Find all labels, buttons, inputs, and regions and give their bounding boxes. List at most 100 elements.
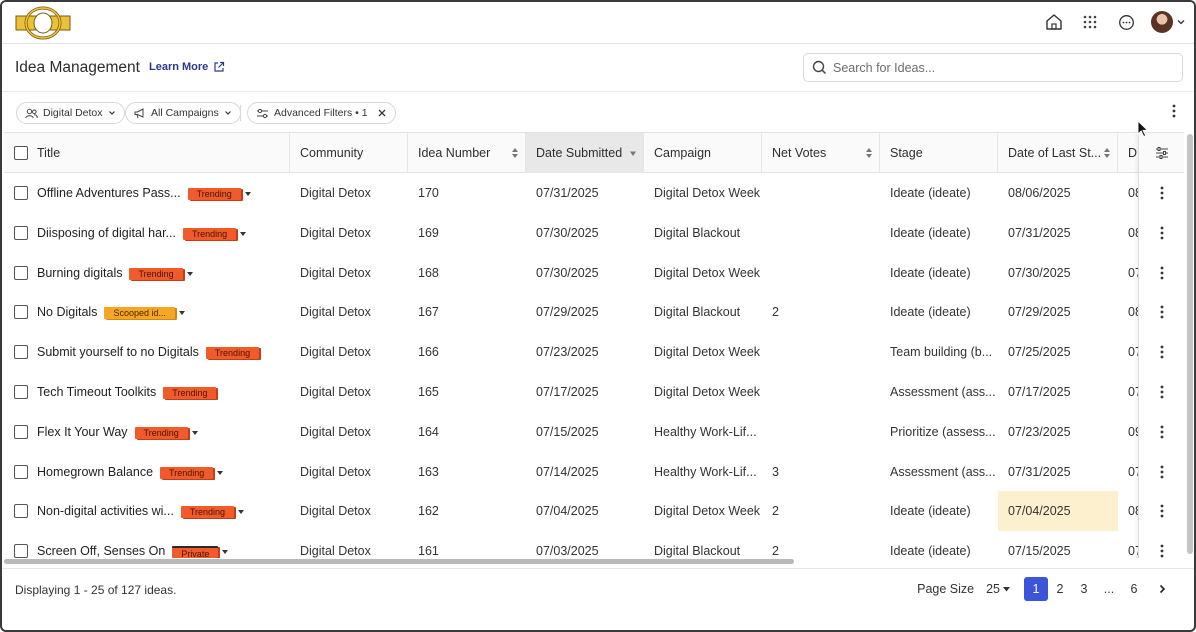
row-more-options-icon[interactable] bbox=[1139, 531, 1184, 558]
badge-dropdown-icon[interactable] bbox=[244, 192, 251, 196]
idea-title: Non-digital activities wi... bbox=[37, 504, 174, 519]
badge-dropdown-icon[interactable] bbox=[178, 311, 185, 316]
row-checkbox[interactable] bbox=[14, 544, 28, 558]
row-more-options-icon[interactable] bbox=[1139, 173, 1184, 213]
row-actions-column bbox=[1138, 132, 1184, 558]
row-checkbox[interactable] bbox=[14, 424, 28, 439]
row-more-options-icon[interactable] bbox=[1139, 491, 1184, 531]
idea-title-link[interactable]: No Digitals Scooped id... bbox=[37, 292, 185, 332]
select-all-checkbox[interactable] bbox=[14, 146, 28, 160]
cell-community: Digital Detox bbox=[300, 424, 371, 439]
sort-desc-icon[interactable] bbox=[629, 147, 637, 159]
column-title[interactable]: Title bbox=[4, 133, 290, 173]
page-1-button[interactable]: 1 bbox=[1024, 577, 1048, 601]
row-checkbox[interactable] bbox=[14, 464, 28, 479]
home-icon[interactable] bbox=[1043, 11, 1065, 33]
column-stage[interactable]: Stage bbox=[880, 133, 998, 173]
cell-stage: Ideate (ideate) bbox=[890, 504, 971, 519]
row-more-options-icon[interactable] bbox=[1139, 412, 1184, 452]
row-checkbox[interactable] bbox=[14, 345, 28, 360]
sort-icon[interactable] bbox=[511, 147, 519, 159]
cell-campaign: Healthy Work-Lif... bbox=[654, 464, 757, 479]
cell-number: 167 bbox=[418, 305, 439, 320]
idea-title-link[interactable]: Tech Timeout Toolkits Trending bbox=[37, 372, 217, 412]
idea-title-link[interactable]: Diisposing of digital har... Trending bbox=[37, 213, 247, 253]
advanced-filters-label: Advanced Filters • 1 bbox=[274, 107, 368, 119]
cell-number: 161 bbox=[418, 544, 439, 558]
column-date-submitted[interactable]: Date Submitted bbox=[526, 133, 644, 173]
row-more-options-icon[interactable] bbox=[1139, 253, 1184, 293]
badge-dropdown-icon[interactable] bbox=[217, 470, 224, 475]
table-row[interactable]: Flex It Your Way Trending Digital Detox 164… bbox=[4, 412, 1184, 452]
cell-number: 164 bbox=[418, 424, 439, 439]
column-campaign[interactable]: Campaign bbox=[644, 133, 762, 173]
column-idea-number[interactable]: Idea Number bbox=[408, 133, 526, 173]
cell-submitted: 07/30/2025 bbox=[536, 225, 599, 240]
chat-icon[interactable] bbox=[1115, 11, 1137, 33]
close-icon[interactable] bbox=[377, 108, 387, 118]
cell-votes bbox=[762, 253, 880, 293]
search-input[interactable] bbox=[833, 60, 1163, 75]
table-row[interactable]: Burning digitals Trending Digital Detox 168… bbox=[4, 253, 1184, 293]
learn-more-link[interactable]: Learn More bbox=[149, 61, 225, 73]
campaign-filter[interactable]: All Campaigns bbox=[125, 102, 241, 124]
sort-icon[interactable] bbox=[1103, 147, 1111, 159]
row-checkbox[interactable] bbox=[14, 186, 28, 200]
table-row[interactable]: Diisposing of digital har... Trending Digi… bbox=[4, 213, 1184, 253]
sort-icon[interactable] bbox=[865, 147, 873, 159]
table-row[interactable]: No Digitals Scooped id... Digital Detox 167… bbox=[4, 292, 1184, 332]
page-2-button[interactable]: 2 bbox=[1048, 577, 1072, 601]
vertical-scrollbar[interactable] bbox=[1186, 132, 1194, 558]
user-menu[interactable] bbox=[1151, 11, 1186, 33]
table-row[interactable]: Offline Adventures Pass... Trending Digita… bbox=[4, 173, 1184, 213]
row-checkbox[interactable] bbox=[14, 265, 28, 280]
community-filter[interactable]: Digital Detox bbox=[16, 102, 125, 124]
idea-title-link[interactable]: Homegrown Balance Trending bbox=[37, 452, 224, 492]
search-box[interactable] bbox=[803, 53, 1183, 82]
row-checkbox[interactable] bbox=[14, 385, 28, 399]
badge-dropdown-icon[interactable] bbox=[186, 271, 193, 276]
page-size-select[interactable]: 25 bbox=[986, 582, 1010, 596]
table-row[interactable]: Non-digital activities wi... Trending Digi… bbox=[4, 491, 1184, 532]
idea-title-link[interactable]: Flex It Your Way Trending bbox=[37, 412, 198, 452]
column-net-votes[interactable]: Net Votes bbox=[762, 133, 880, 173]
idea-title-link[interactable]: Burning digitals Trending bbox=[37, 253, 193, 293]
idea-title-link[interactable]: Screen Off, Senses On Private bbox=[37, 531, 229, 558]
row-checkbox[interactable] bbox=[14, 305, 28, 320]
table-row[interactable]: Screen Off, Senses On Private Digital Deto… bbox=[4, 531, 1184, 558]
column-community[interactable]: Community bbox=[290, 133, 408, 173]
megaphone-icon bbox=[134, 107, 144, 118]
idea-title: Offline Adventures Pass... bbox=[37, 186, 181, 200]
row-more-options-icon[interactable] bbox=[1139, 213, 1184, 253]
column-date-last-stage[interactable]: Date of Last St... bbox=[998, 133, 1118, 173]
next-page-button[interactable] bbox=[1150, 577, 1174, 601]
row-more-options-icon[interactable] bbox=[1139, 372, 1184, 412]
cell-number: 168 bbox=[418, 265, 439, 280]
idea-title-link[interactable]: Submit yourself to no Digitals Trending bbox=[37, 332, 260, 372]
badge-dropdown-icon[interactable] bbox=[238, 510, 245, 515]
status-badge: Trending bbox=[160, 466, 214, 479]
cell-last: 07/25/2025 bbox=[1008, 345, 1071, 360]
table-row[interactable]: Submit yourself to no Digitals Trending Di… bbox=[4, 332, 1184, 372]
row-more-options-icon[interactable] bbox=[1139, 452, 1184, 492]
table-row[interactable]: Tech Timeout Toolkits Trending Digital Det… bbox=[4, 372, 1184, 412]
idea-title-link[interactable]: Non-digital activities wi... Trending bbox=[37, 491, 245, 531]
table-row[interactable]: Homegrown Balance Trending Digital Detox 16… bbox=[4, 452, 1184, 492]
cell-stage: Team building (b... bbox=[890, 345, 993, 360]
more-options-icon[interactable] bbox=[1172, 104, 1176, 121]
page-6-button[interactable]: 6 bbox=[1122, 577, 1146, 601]
apps-grid-icon[interactable] bbox=[1079, 11, 1101, 33]
horizontal-scrollbar[interactable] bbox=[4, 559, 1184, 565]
brand-logo[interactable] bbox=[14, 6, 72, 40]
advanced-filters-chip[interactable]: Advanced Filters • 1 bbox=[247, 102, 396, 124]
row-checkbox[interactable] bbox=[14, 504, 28, 519]
row-checkbox[interactable] bbox=[14, 225, 28, 240]
status-badge: Trending bbox=[180, 506, 235, 519]
badge-dropdown-icon[interactable] bbox=[222, 550, 229, 555]
page-3-button[interactable]: 3 bbox=[1072, 577, 1096, 601]
row-more-options-icon[interactable] bbox=[1139, 332, 1184, 372]
row-more-options-icon[interactable] bbox=[1139, 292, 1184, 332]
idea-title-link[interactable]: Offline Adventures Pass... Trending bbox=[37, 173, 251, 213]
badge-dropdown-icon[interactable] bbox=[240, 231, 247, 236]
badge-dropdown-icon[interactable] bbox=[191, 430, 198, 435]
